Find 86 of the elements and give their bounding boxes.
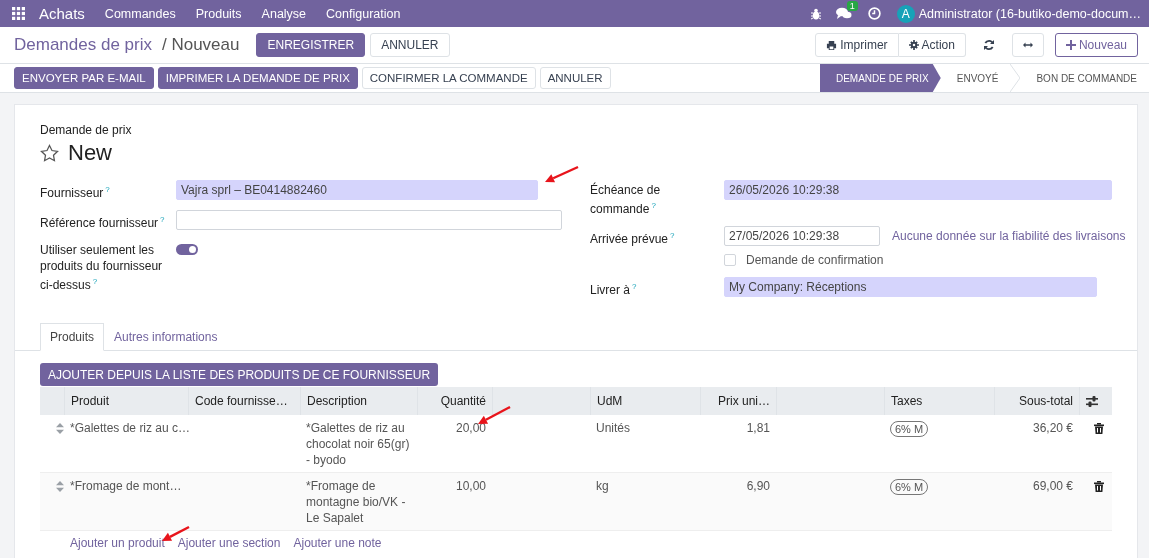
table-cell-text: *Fromage de montagne bio/VK - Le Sapalet	[305, 478, 407, 526]
bug-icon[interactable]	[809, 7, 822, 20]
column-settings-icon[interactable]	[1086, 395, 1098, 407]
checkbox[interactable]	[724, 254, 736, 266]
record-type: Demande de prix	[40, 123, 133, 137]
add-line-link[interactable]: Ajouter une section	[177, 536, 281, 550]
input-field[interactable]: My Company: Réceptions	[724, 277, 1097, 297]
table-cell-text: 1,81	[745, 420, 771, 437]
reliability-link[interactable]: Aucune donnée sur la fiabilité des livraisons	[892, 229, 1126, 243]
drag-handle-icon[interactable]	[56, 423, 64, 434]
action-button[interactable]: ANNULER	[539, 67, 611, 89]
column-header[interactable]: Quantité	[417, 387, 492, 415]
field-label: Échéance de commande $^{?}$	[590, 181, 662, 217]
add-line-link[interactable]: Ajouter une note	[293, 536, 382, 550]
printer-icon	[826, 39, 838, 51]
refresh-icon[interactable]	[982, 39, 995, 51]
menu-item[interactable]: Configuration	[326, 6, 401, 21]
breadcrumb-current: / Nouveau	[161, 35, 240, 55]
column-header[interactable]: UdM	[590, 387, 700, 415]
column-header[interactable]: Prix uni…	[700, 387, 776, 415]
toggle-switch[interactable]	[176, 244, 198, 255]
expand-button[interactable]	[1011, 33, 1044, 57]
input-field[interactable]	[176, 210, 562, 230]
menu-icon[interactable]	[12, 7, 25, 20]
field-label: Arrivée prévue $^{?}$	[590, 230, 676, 247]
help-mark[interactable]: ?	[105, 185, 110, 194]
field-label: Fournisseur $^{?}$	[40, 184, 111, 201]
add-line-link[interactable]: Ajouter un produit	[70, 536, 165, 550]
help-mark[interactable]: ?	[651, 201, 656, 210]
annotation-arrow	[545, 165, 579, 183]
record-title: New	[68, 140, 112, 166]
help-mark[interactable]: ?	[670, 231, 675, 240]
table-cell-text: kg	[595, 478, 610, 495]
print-button[interactable]: Imprimer	[815, 33, 899, 57]
input-field[interactable]: 27/05/2026 10:29:38	[724, 226, 880, 246]
table-cell-text: *Galettes de riz au c…	[69, 420, 188, 437]
column-header[interactable]: Taxes	[884, 387, 994, 415]
column-header[interactable]: Description	[300, 387, 417, 415]
add-products-button[interactable]: AJOUTER DEPUIS LA LISTE DES PRODUITS DE CE FOURNISSEUR	[40, 363, 439, 386]
checkbox-label: Demande de confirmation	[746, 253, 884, 267]
menu-item[interactable]: Commandes	[104, 6, 176, 21]
drag-handle-icon[interactable]	[56, 481, 64, 492]
input-field[interactable]: Vajra sprl – BE0414882460	[176, 180, 538, 200]
double-arrow-icon	[1022, 41, 1033, 49]
clock-icon[interactable]	[867, 7, 881, 20]
help-mark[interactable]: ?	[160, 215, 165, 224]
delete-icon[interactable]	[1094, 423, 1104, 434]
column-header[interactable]: Code fournisse…	[188, 387, 300, 415]
gear-icon	[908, 40, 919, 50]
column-header[interactable]: Sous-total	[994, 387, 1079, 415]
table-cell-text: 10,00	[454, 478, 487, 495]
menu-item[interactable]: Analyse	[261, 6, 307, 21]
user-name[interactable]: Administrator (16-butiko-demo-docum…	[918, 6, 1141, 21]
new-button[interactable]: Nouveau	[1054, 33, 1138, 57]
action-button[interactable]: Action	[898, 33, 966, 57]
tab[interactable]: Autres informations	[104, 323, 228, 351]
table-cell-text: *Fromage de mont…	[69, 478, 183, 495]
chat-icon[interactable]	[835, 7, 852, 20]
save-button[interactable]: ENREGISTRER	[256, 33, 366, 57]
field-label: Référence fournisseur $^{?}$	[40, 214, 166, 231]
action-button[interactable]: IMPRIMER LA DEMANDE DE PRIX	[157, 67, 358, 89]
plus-icon	[1065, 40, 1076, 50]
menu-item[interactable]: Produits	[195, 6, 242, 21]
help-mark[interactable]: ?	[632, 282, 637, 291]
tab[interactable]: Produits	[40, 323, 105, 351]
table-cell-text: 6,90	[745, 478, 771, 495]
discard-button[interactable]: ANNULER	[370, 33, 450, 57]
breadcrumb-link[interactable]: Demandes de prix	[14, 35, 152, 55]
table-cell-text: 36,20 €	[1031, 420, 1074, 437]
help-mark[interactable]: ?	[92, 277, 98, 286]
notification-badge: 1	[846, 1, 858, 11]
status-stage[interactable]: DEMANDE DE PRIX	[819, 64, 941, 92]
table-cell-text: *Galettes de riz au chocolat noir 65(gr) - byodo	[305, 420, 411, 468]
app-name[interactable]: Achats	[39, 5, 85, 22]
user-avatar[interactable]: A	[896, 4, 915, 23]
star-icon[interactable]	[40, 143, 59, 163]
input-field[interactable]: 26/05/2026 10:29:38	[724, 180, 1112, 200]
delete-icon[interactable]	[1094, 481, 1104, 492]
action-button[interactable]: CONFIRMER LA COMMANDE	[361, 67, 536, 89]
field-label: Livrer à $^{?}$	[590, 281, 638, 298]
column-header[interactable]: Produit	[64, 387, 188, 415]
table-cell-text: 20,00	[454, 420, 487, 437]
table-cell-text: 69,00 €	[1031, 478, 1074, 495]
field-label: Utiliser seulement les produits du fournisseur ci-dessus $^{?}$	[40, 242, 164, 293]
table-cell-text: Unités	[595, 420, 631, 437]
action-button[interactable]: ENVOYER PAR E-MAIL	[14, 67, 154, 89]
